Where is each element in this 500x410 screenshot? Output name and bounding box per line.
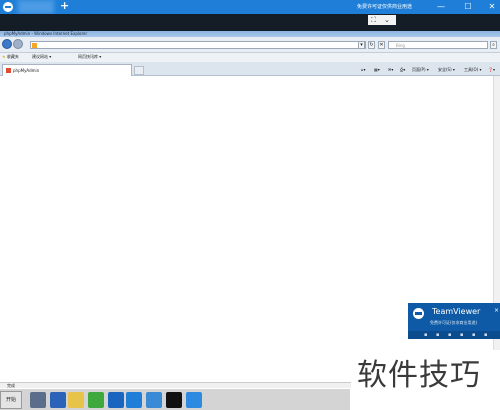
page-favicon-icon xyxy=(32,43,37,48)
feeds-icon[interactable]: ▦▾ xyxy=(374,67,380,72)
server-manager-icon[interactable] xyxy=(30,392,46,408)
expand-icon[interactable]: ▪ xyxy=(484,332,487,338)
favorites-bar: ★ 收藏夹 建议网站 ▾ 网页快讯库 ▾ xyxy=(0,53,500,62)
page-menu[interactable]: 页面(P) ▾ xyxy=(412,67,429,73)
close-button[interactable]: ✕ xyxy=(484,0,500,14)
tools-menu[interactable]: 工具(O) ▾ xyxy=(464,67,482,73)
powershell-icon[interactable] xyxy=(50,392,66,408)
search-input[interactable]: Bing xyxy=(388,41,488,49)
web-slice-gallery-link[interactable]: 网页快讯库 ▾ xyxy=(78,54,101,60)
suggested-sites-link[interactable]: 建议网站 ▾ xyxy=(32,54,51,60)
back-icon[interactable] xyxy=(2,39,12,49)
tab-label: phpMyAdmin xyxy=(13,68,40,73)
file-icon[interactable]: ▪ xyxy=(460,332,463,338)
help-icon[interactable]: ❓▾ xyxy=(488,67,495,72)
favorites-button[interactable]: ★ 收藏夹 xyxy=(2,54,19,60)
safety-menu[interactable]: 安全(S) ▾ xyxy=(438,67,455,73)
teamviewer-logo-icon xyxy=(3,2,13,12)
stop-icon[interactable]: ✕ xyxy=(378,41,385,49)
camera-icon[interactable]: ▪ xyxy=(424,332,427,338)
url-input[interactable] xyxy=(30,41,366,49)
tab-row: phpMyAdmin ⌂▾ ▦▾ ✉▾ ⎙▾ 页面(P) ▾ 安全(S) ▾ 工… xyxy=(0,62,500,76)
star-icon: ★ xyxy=(2,54,6,59)
teamviewer-name: TeamViewer xyxy=(432,307,481,316)
close-icon[interactable]: × xyxy=(494,307,499,314)
mail-icon[interactable]: ✉▾ xyxy=(388,67,393,72)
forward-icon[interactable] xyxy=(13,39,23,49)
start-button[interactable]: 开始 xyxy=(0,391,22,409)
license-title: 免费许可证仅供商业用途 xyxy=(357,4,413,10)
teamviewer-icon xyxy=(413,308,424,319)
remote-toolbar: + 免费许可证仅供商业用途 — ☐ ✕ xyxy=(0,0,500,14)
home-icon[interactable]: ⌂▾ xyxy=(361,67,366,72)
remote-desktop-icon[interactable] xyxy=(146,392,162,408)
search-icon[interactable]: ⌕ xyxy=(490,41,497,49)
outlook-icon[interactable] xyxy=(108,392,124,408)
blurred-tab[interactable] xyxy=(18,0,54,14)
new-tab-button[interactable]: + xyxy=(60,0,69,12)
scale-icon[interactable]: ⛶ xyxy=(371,15,376,25)
green-app-icon[interactable] xyxy=(88,392,104,408)
search-placeholder: Bing xyxy=(396,43,405,48)
teamviewer-icon[interactable] xyxy=(126,392,142,408)
remote-controls[interactable]: ⛶ ⌄ xyxy=(368,15,396,25)
teamviewer-toolbar: ▪ ▪ ▪ ▪ ▪ ▪ xyxy=(408,331,500,339)
cmd-icon[interactable] xyxy=(166,392,182,408)
print-icon[interactable]: ⎙▾ xyxy=(400,67,405,72)
new-tab-icon[interactable] xyxy=(134,66,144,75)
refresh-icon[interactable]: ↻ xyxy=(368,41,375,49)
collapse-chevron-icon[interactable]: ⌄ xyxy=(384,15,390,25)
settings-icon[interactable]: ▪ xyxy=(472,332,475,338)
teamviewer-license: 免费许可证(仅非商业用途) xyxy=(430,320,478,325)
user-icon[interactable]: ▪ xyxy=(436,332,439,338)
ie-icon[interactable] xyxy=(186,392,202,408)
address-bar-row: ▾ ↻ ✕ Bing ⌕ xyxy=(0,37,500,53)
explorer-icon[interactable] xyxy=(68,392,84,408)
chat-icon[interactable]: ▪ xyxy=(448,332,451,338)
tab-phpmyadmin[interactable]: phpMyAdmin xyxy=(2,64,132,76)
tab-favicon-icon xyxy=(6,68,11,73)
watermark-text: 软件技巧 xyxy=(357,358,481,393)
watermark: 软件技巧 xyxy=(351,350,500,393)
maximize-button[interactable]: ☐ xyxy=(460,0,476,14)
remote-session-strip xyxy=(0,14,500,31)
minimize-button[interactable]: — xyxy=(433,0,449,14)
dropdown-icon[interactable]: ▾ xyxy=(358,41,365,49)
ie-window-title: phpMyAdmin - Windows Internet Explorer xyxy=(4,31,88,36)
